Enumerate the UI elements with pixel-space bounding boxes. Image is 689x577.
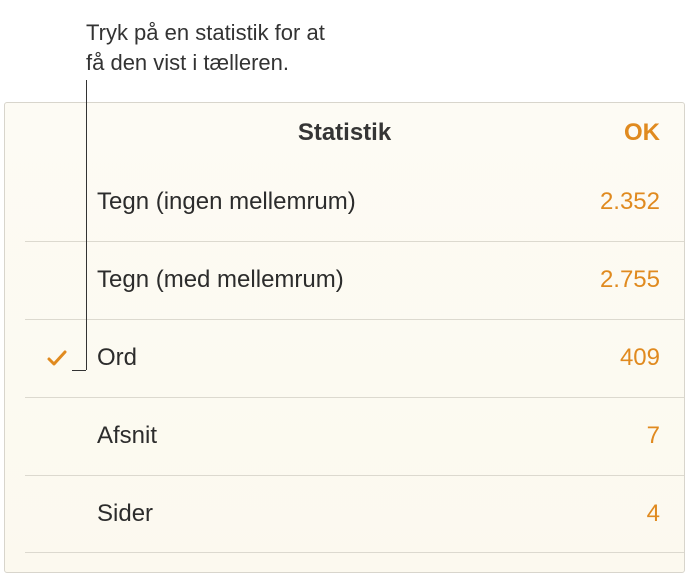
annotation-text: Tryk på en statistik for atfå den vist i… [86,18,325,77]
stat-label: Tegn (med mellemrum) [97,266,600,294]
stat-row-pages[interactable]: Sider 4 [5,475,684,553]
stat-label: Tegn (ingen mellemrum) [97,188,600,216]
stat-label: Sider [97,500,647,528]
stat-row-chars-with-spaces[interactable]: Tegn (med mellemrum) 2.755 [5,241,684,319]
checkmark-icon [45,346,69,370]
stat-row-words[interactable]: Ord 409 [5,319,684,397]
callout-line [86,80,87,370]
stat-row-paragraphs[interactable]: Afsnit 7 [5,397,684,475]
stat-value: 2.755 [600,266,660,294]
stat-label: Afsnit [97,422,647,450]
stat-value: 2.352 [600,188,660,216]
stat-value: 4 [647,500,660,528]
callout-line [72,370,86,371]
stat-list: Tegn (ingen mellemrum) 2.352 Tegn (med m… [5,163,684,553]
panel-title: Statistik [298,119,391,147]
stat-value: 7 [647,422,660,450]
panel-header: Statistik OK [5,103,684,163]
statistics-panel: Statistik OK Tegn (ingen mellemrum) 2.35… [4,102,685,573]
stat-row-chars-no-spaces[interactable]: Tegn (ingen mellemrum) 2.352 [5,163,684,241]
stat-label: Ord [97,344,620,372]
stat-value: 409 [620,344,660,372]
ok-button[interactable]: OK [624,119,660,147]
